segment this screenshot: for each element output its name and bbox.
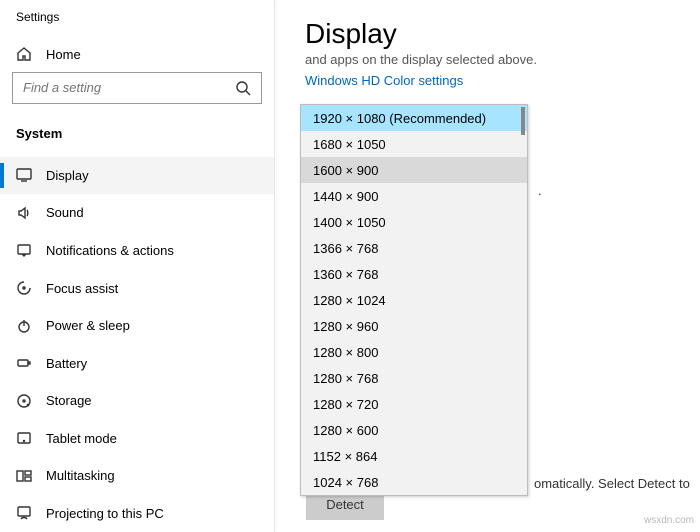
nav-list: Display Sound Notifications & actions Focus… — [0, 157, 274, 532]
sidebar-item-label: Tablet mode — [46, 431, 117, 446]
resolution-dropdown[interactable]: 1920 × 1080 (Recommended)1680 × 10501600… — [300, 104, 528, 496]
resolution-option[interactable]: 1366 × 768 — [301, 235, 527, 261]
truncated-text-right: . — [538, 183, 542, 198]
power-icon — [16, 318, 32, 334]
watermark: wsxdn.com — [644, 515, 694, 526]
sidebar-item-projecting[interactable]: Projecting to this PC — [0, 494, 274, 532]
storage-icon — [16, 393, 32, 409]
hd-color-link[interactable]: Windows HD Color settings — [305, 73, 700, 88]
search-icon — [235, 80, 251, 96]
resolution-option[interactable]: 1400 × 1050 — [301, 209, 527, 235]
resolution-option[interactable]: 1360 × 768 — [301, 261, 527, 287]
resolution-option[interactable]: 1280 × 960 — [301, 313, 527, 339]
resolution-option[interactable]: 1280 × 600 — [301, 417, 527, 443]
search-input[interactable] — [23, 80, 235, 95]
battery-icon — [16, 355, 32, 371]
search-box[interactable] — [12, 72, 262, 104]
page-subtitle: and apps on the display selected above. — [305, 52, 700, 67]
dropdown-scrollbar[interactable] — [523, 105, 527, 495]
sidebar-item-tablet[interactable]: Tablet mode — [0, 419, 274, 457]
resolution-option[interactable]: 1024 × 768 — [301, 469, 527, 495]
detect-hint-text: omatically. Select Detect to — [534, 476, 690, 491]
group-header: System — [0, 120, 274, 157]
sidebar-item-sound[interactable]: Sound — [0, 194, 274, 232]
sidebar-item-notifications[interactable]: Notifications & actions — [0, 232, 274, 270]
resolution-option[interactable]: 1280 × 1024 — [301, 287, 527, 313]
sidebar-item-label: Projecting to this PC — [46, 506, 164, 521]
notifications-icon — [16, 242, 32, 258]
display-icon — [16, 167, 32, 183]
window-title: Settings — [0, 0, 274, 38]
sidebar-item-focus[interactable]: Focus assist — [0, 269, 274, 307]
page-title: Display — [305, 18, 700, 50]
sidebar-item-label: Storage — [46, 393, 92, 408]
sidebar-item-display[interactable]: Display — [0, 157, 274, 195]
sidebar-item-battery[interactable]: Battery — [0, 344, 274, 382]
sidebar-item-power[interactable]: Power & sleep — [0, 307, 274, 345]
tablet-icon — [16, 430, 32, 446]
sidebar-item-label: Multitasking — [46, 468, 115, 483]
sidebar-item-storage[interactable]: Storage — [0, 382, 274, 420]
resolution-option[interactable]: 1600 × 900 — [301, 157, 527, 183]
sidebar-item-label: Display — [46, 168, 89, 183]
resolution-option[interactable]: 1152 × 864 — [301, 443, 527, 469]
focus-icon — [16, 280, 32, 296]
sidebar-item-label: Battery — [46, 356, 87, 371]
scrollbar-thumb[interactable] — [521, 107, 525, 135]
resolution-option[interactable]: 1920 × 1080 (Recommended) — [301, 105, 527, 131]
home-label: Home — [46, 47, 81, 62]
home-nav[interactable]: Home — [0, 38, 274, 72]
sound-icon — [16, 205, 32, 221]
resolution-option[interactable]: 1280 × 800 — [301, 339, 527, 365]
resolution-option[interactable]: 1440 × 900 — [301, 183, 527, 209]
sidebar: Settings Home System Display Sound Notific… — [0, 0, 275, 532]
sidebar-item-label: Sound — [46, 205, 84, 220]
sidebar-item-label: Power & sleep — [46, 318, 130, 333]
sidebar-item-label: Notifications & actions — [46, 243, 174, 258]
resolution-option[interactable]: 1280 × 720 — [301, 391, 527, 417]
home-icon — [16, 46, 32, 62]
projecting-icon — [16, 505, 32, 521]
multitask-icon — [16, 468, 32, 484]
resolution-option[interactable]: 1280 × 768 — [301, 365, 527, 391]
resolution-option[interactable]: 1680 × 1050 — [301, 131, 527, 157]
sidebar-item-label: Focus assist — [46, 281, 118, 296]
sidebar-item-multitask[interactable]: Multitasking — [0, 457, 274, 495]
